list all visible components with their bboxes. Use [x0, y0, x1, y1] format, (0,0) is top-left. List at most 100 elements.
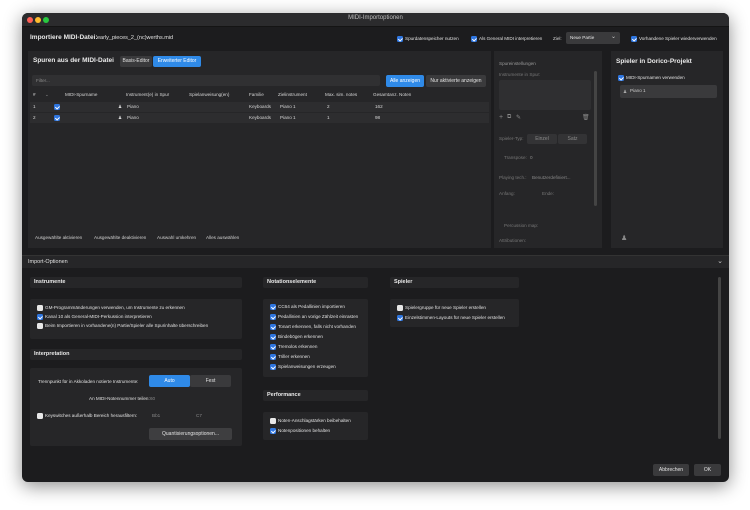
split-fixed-button[interactable]: Fest	[190, 375, 231, 387]
gm-checkbox[interactable]	[471, 36, 477, 42]
players-options: Spielergruppe für neue Spieler erstellen…	[390, 299, 519, 327]
velocity-checkbox[interactable]	[270, 418, 276, 424]
keyswitch-high[interactable]: C7	[196, 413, 202, 418]
import-options-header[interactable]: Import-Optionen ⌄	[22, 255, 729, 268]
notation-label: Triller erkennen	[278, 354, 310, 359]
split-auto-button[interactable]: Auto	[149, 375, 190, 387]
playing-tech-value[interactable]: Benutzerdefiniert...	[532, 175, 571, 180]
row-target: Piano 1	[280, 115, 296, 120]
performance-section-header: Performance	[263, 390, 368, 401]
overwrite-checkbox[interactable]	[37, 323, 43, 329]
players-section-header: Spieler	[390, 277, 519, 288]
gm-program-checkbox[interactable]	[37, 305, 43, 311]
deactivate-selected-link[interactable]: Ausgewählte deaktivieren	[94, 235, 146, 240]
row-target: Piano 1	[280, 104, 296, 109]
settings-scrollbar[interactable]	[594, 71, 597, 206]
players-title: Spieler in Dorico-Projekt	[616, 58, 692, 65]
notation-title: Notationselemente	[267, 279, 317, 285]
row-instrument: Piano	[127, 115, 139, 120]
tracks-title: Spuren aus der MIDI-Datei	[33, 57, 114, 64]
row-enabled-checkbox[interactable]	[54, 104, 60, 110]
player-section-button[interactable]: Satz	[558, 134, 587, 144]
channel10-checkbox[interactable]	[37, 314, 43, 320]
notation-checkbox[interactable]	[270, 314, 276, 320]
interpretation-section-header: Interpretation	[30, 349, 242, 360]
player-solo-button[interactable]: Einzel	[527, 134, 557, 144]
midi-import-dialog: MIDI-Importoptionen Importiere MIDI-Date…	[22, 13, 729, 482]
table-row[interactable]: 1 ♟ Piano Keyboards Piano 1 2 162	[30, 102, 489, 112]
col-techniques: Spielanweisung(en)	[189, 92, 230, 97]
table-row[interactable]: 2 ♟ Piano Keyboards Piano 1 1 98	[30, 113, 489, 123]
options-scrollbar[interactable]	[718, 277, 721, 439]
col-target: Zielinstrument	[278, 92, 307, 97]
show-active-button[interactable]: Nur aktivierte anzeigen	[426, 75, 486, 87]
transpose-value[interactable]: 0	[530, 155, 533, 160]
notation-section-header: Notationselemente	[263, 277, 368, 288]
player-group-checkbox[interactable]	[397, 305, 403, 311]
table-header: # ⌄ MIDI-Spurname Instrument(e) in Spur …	[28, 91, 491, 100]
notation-checkbox[interactable]	[270, 324, 276, 330]
player-name: Piano 1	[630, 88, 646, 93]
target-label: Ziel:	[553, 36, 562, 41]
select-all-link[interactable]: Alles auswählen	[206, 235, 239, 240]
use-midi-names-checkbox[interactable]	[618, 75, 624, 81]
performance-options: Noten-Anschlagstärken beibehalten Notenp…	[263, 412, 368, 440]
part-layouts-checkbox[interactable]	[397, 315, 403, 321]
player-item[interactable]: ♟ Piano 1	[620, 85, 717, 98]
chevron-down-icon: ⌄	[610, 34, 616, 40]
keyswitch-checkbox[interactable]	[37, 413, 43, 419]
instruments-section-header: Instrumente	[30, 277, 242, 288]
overwrite-label: Beim Importieren in vorhandene(n) Partie…	[45, 323, 209, 328]
col-total-notes: Gesamtanz. Noten	[373, 92, 412, 97]
instruments-title: Instrumente	[34, 279, 66, 285]
edit-icon[interactable]: ✎	[516, 114, 521, 121]
show-all-button[interactable]: Alle anzeigen	[386, 75, 424, 87]
tracks-panel: Spuren aus der MIDI-Datei Basis-Editor E…	[28, 51, 491, 248]
player-group-label: Spielergruppe für neue Spieler erstellen	[405, 305, 486, 310]
use-midi-names-label: MIDI-Spurnamen verwenden	[626, 75, 685, 80]
track-settings-panel: Spureinstellungen Instrumente in Spur: +…	[494, 51, 602, 248]
notation-checkbox[interactable]	[270, 304, 276, 310]
cancel-button[interactable]: Abbrechen	[653, 464, 689, 476]
target-select-value: Neue Partie	[570, 35, 595, 40]
title-bar: MIDI-Importoptionen	[22, 13, 729, 27]
reuse-players-label: Vorhandene Spieler wiederverwenden	[639, 36, 717, 41]
notation-checkbox[interactable]	[270, 334, 276, 340]
basic-editor-tab[interactable]: Basis-Editor	[120, 56, 152, 67]
trash-icon[interactable]: 🗑	[582, 114, 590, 121]
activate-selected-link[interactable]: Ausgewählte aktivieren	[35, 235, 82, 240]
track-settings-title: Spureinstellungen	[499, 61, 536, 66]
notation-checkbox[interactable]	[270, 344, 276, 350]
ok-button[interactable]: OK	[694, 464, 721, 476]
channel10-label: Kanal 10 als General-MIDI-Perkussion int…	[45, 314, 152, 319]
save-tracks-label: Spurdatenspeicher nutzen	[405, 36, 459, 41]
midi-note-value[interactable]: 60	[150, 396, 155, 401]
instruments-options: GM-Programmänderungen verwenden, um Inst…	[30, 299, 242, 339]
advanced-editor-tab[interactable]: Erweiterter Editor	[153, 56, 201, 67]
row-enabled-checkbox[interactable]	[54, 115, 60, 121]
positions-checkbox[interactable]	[270, 428, 276, 434]
add-player-icon[interactable]: ♟	[621, 234, 627, 242]
duplicate-icon[interactable]: ⧉	[507, 114, 511, 121]
reuse-players-checkbox[interactable]	[631, 36, 637, 42]
midi-note-label: An MIDI-Notennummer teilen:	[89, 396, 150, 401]
gm-label: Als General MIDI interpretieren	[479, 36, 543, 41]
notation-label: Pedallinien an vorige Zählzeit einrasten	[278, 314, 359, 319]
notation-checkbox[interactable]	[270, 354, 276, 360]
row-num: 2	[33, 115, 36, 120]
filter-input[interactable]: Filter...	[32, 75, 380, 86]
instruments-list[interactable]	[499, 80, 591, 110]
add-icon[interactable]: +	[499, 114, 503, 121]
row-family: Keyboards	[249, 115, 271, 120]
part-layouts-label: Einzelstimmen-Layouts für neue Spieler e…	[405, 315, 505, 320]
notation-checkbox[interactable]	[270, 364, 276, 370]
sort-icon[interactable]: ⌄	[45, 91, 49, 99]
target-select[interactable]: Neue Partie ⌄	[566, 32, 620, 44]
keyswitch-low[interactable]: Bb1	[152, 413, 160, 418]
import-file-label: Importiere MIDI-Datei:	[30, 34, 98, 41]
col-family: Familie	[249, 92, 264, 97]
invert-selection-link[interactable]: Auswahl umkehren	[157, 235, 196, 240]
quantize-options-button[interactable]: Quantisierungsoptionen...	[149, 428, 232, 440]
col-instruments: Instrument(e) in Spur	[126, 92, 170, 97]
save-tracks-checkbox[interactable]	[397, 36, 403, 42]
